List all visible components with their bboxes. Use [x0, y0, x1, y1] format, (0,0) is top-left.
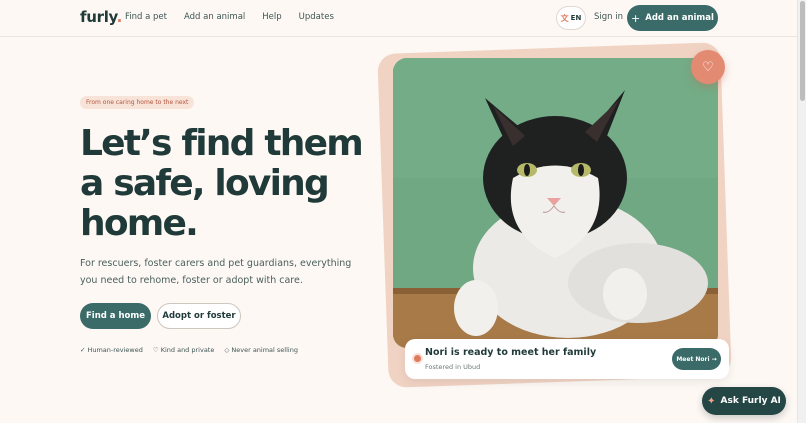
trust-item-reviewed: ✓ Human-reviewed: [80, 346, 143, 354]
sign-in-link[interactable]: Sign in: [594, 12, 623, 22]
meet-nori-button[interactable]: Meet Nori →: [672, 348, 721, 370]
favorite-button[interactable]: ♡: [691, 50, 725, 84]
add-animal-button[interactable]: + Add an animal: [627, 5, 718, 31]
headline-line-1: Let’s find them: [80, 123, 364, 164]
status-dot: [414, 355, 421, 362]
headline-line-3: home.: [80, 203, 199, 244]
ask-ai-label: Ask Furly AI: [720, 396, 781, 406]
site-header: furly. Find a pet Add an animal Help Upd…: [0, 0, 797, 37]
plus-icon: +: [631, 11, 641, 25]
main-nav: Find a pet Add an animal Help Updates: [125, 12, 351, 22]
nav-help[interactable]: Help: [262, 12, 281, 22]
diamond-icon: ◇: [224, 346, 230, 354]
heart-icon: ♡: [702, 59, 714, 75]
featured-pet-card: Nori is ready to meet her family Fostere…: [405, 339, 729, 379]
heart-outline-icon: ♡: [152, 346, 159, 354]
pet-card-title: Nori is ready to meet her family: [425, 347, 597, 358]
trust-item-private: ♡ Kind and private: [152, 346, 215, 354]
trust-item-no-selling: ◇ Never animal selling: [224, 346, 298, 354]
check-icon: ✓: [80, 346, 86, 354]
page-scrollbar[interactable]: [797, 0, 806, 423]
scrollbar-thumb[interactable]: [800, 1, 805, 101]
hero-subtext: For rescuers, foster carers and pet guar…: [80, 258, 352, 286]
ask-furly-ai-button[interactable]: ✦ Ask Furly AI: [702, 387, 786, 415]
sparkle-icon: ✦: [707, 395, 716, 407]
logo[interactable]: furly.: [80, 8, 122, 26]
nav-updates[interactable]: Updates: [299, 12, 334, 22]
find-a-home-button[interactable]: Find a home: [80, 303, 151, 329]
nav-find-a-pet[interactable]: Find a pet: [125, 12, 167, 22]
headline-line-2: a safe, loving: [80, 163, 330, 204]
cat-illustration: [393, 58, 718, 348]
hero-headline: Let’s find them a safe, loving home.: [80, 124, 380, 244]
globe-icon: 文: [560, 13, 569, 23]
cat-photo: [393, 58, 718, 348]
adopt-or-foster-button[interactable]: Adopt or foster: [157, 303, 241, 329]
trust-badges: ✓ Human-reviewed ♡ Kind and private ◇ Ne…: [80, 346, 298, 354]
language-label: EN: [570, 14, 582, 22]
hero-tagline: From one caring home to the next: [80, 96, 195, 109]
language-selector[interactable]: 文 EN: [556, 6, 586, 30]
nav-add-an-animal[interactable]: Add an animal: [184, 12, 245, 22]
add-animal-label: Add an animal: [645, 13, 714, 23]
pet-card-subtitle: Fostered in Ubud: [425, 363, 481, 371]
